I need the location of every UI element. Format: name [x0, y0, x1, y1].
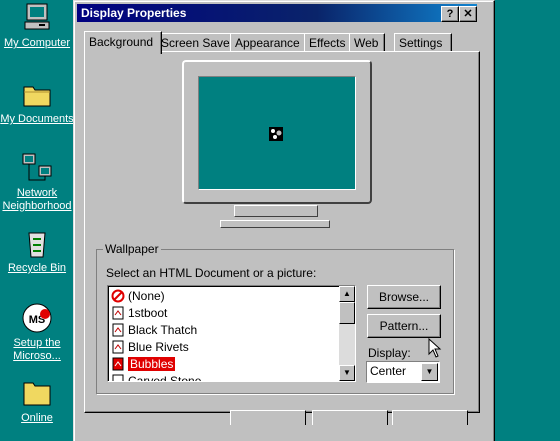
bitmap-file-icon — [111, 323, 125, 337]
wallpaper-group-label: Wallpaper — [105, 242, 159, 256]
tab-web[interactable]: Web — [349, 33, 385, 52]
bitmap-file-icon — [111, 306, 125, 320]
desktop-icon-my-computer[interactable]: My Computer — [0, 2, 74, 50]
desktop-icon-online[interactable]: Online — [0, 377, 74, 425]
pattern-button[interactable]: Pattern... — [367, 314, 441, 338]
list-item[interactable]: Blue Rivets — [111, 339, 189, 355]
cancel-button[interactable] — [312, 410, 388, 425]
wallpaper-preview-tile — [269, 127, 283, 141]
list-item-selected[interactable]: Bubbles — [111, 356, 176, 372]
desktop-icon-label: Setup the Microso... — [13, 337, 61, 362]
desktop-icon-label: Recycle Bin — [7, 262, 67, 274]
tab-appearance[interactable]: Appearance — [230, 33, 306, 52]
list-item[interactable]: Black Thatch — [111, 322, 197, 338]
list-item[interactable]: Carved Stone — [111, 373, 201, 381]
bitmap-file-icon — [111, 357, 125, 371]
close-button[interactable]: ✕ — [459, 6, 477, 22]
list-item[interactable]: (None) — [111, 288, 165, 304]
network-icon — [21, 152, 53, 184]
tab-screen-saver[interactable]: Screen Saver — [156, 33, 234, 52]
desktop-icon-network-neighborhood[interactable]: Network Neighborhood — [0, 152, 74, 213]
list-item[interactable]: 1stboot — [111, 305, 167, 321]
folder-icon — [21, 377, 53, 409]
display-label: Display: — [368, 346, 411, 360]
monitor-neck — [234, 205, 318, 217]
preview-screen — [198, 76, 356, 190]
mouse-cursor-icon — [428, 337, 442, 361]
bitmap-file-icon — [111, 374, 125, 381]
tab-settings[interactable]: Settings — [394, 33, 452, 52]
msn-icon: MS — [21, 302, 53, 334]
ok-button[interactable] — [230, 410, 306, 425]
desktop-icon-label: My Computer — [3, 37, 71, 49]
display-mode-select[interactable]: Center ▼ — [366, 361, 440, 383]
desktop-icon-setup-msn[interactable]: MS Setup the Microso... — [0, 302, 74, 363]
display-mode-value: Center — [370, 364, 407, 378]
browse-button[interactable]: Browse... — [367, 285, 441, 309]
tab-effects[interactable]: Effects — [304, 33, 354, 52]
chevron-down-icon[interactable]: ▼ — [421, 363, 438, 381]
select-document-label: Select an HTML Document or a picture: — [106, 266, 317, 280]
desktop-icon-label: Network Neighborhood — [2, 187, 72, 212]
wallpaper-listbox[interactable]: (None) 1stboot Black Thatch Blue Rivets … — [107, 285, 356, 382]
apply-button[interactable] — [392, 410, 468, 425]
recycle-bin-icon — [21, 227, 53, 259]
title-bar[interactable]: Display Properties ? ✕ — [77, 4, 477, 22]
scroll-thumb[interactable] — [339, 302, 355, 324]
desktop-icon-label: My Documents — [0, 113, 74, 125]
desktop-icon-my-documents[interactable]: My Documents — [0, 78, 74, 126]
scroll-up-button[interactable]: ▲ — [339, 286, 355, 302]
window-title: Display Properties — [81, 6, 187, 20]
listbox-scrollbar[interactable]: ▲ ▼ — [339, 286, 355, 381]
desktop-icon-recycle-bin[interactable]: Recycle Bin — [0, 227, 74, 275]
folder-icon — [21, 78, 53, 110]
tab-background[interactable]: Background — [84, 31, 162, 54]
monitor-base — [220, 220, 330, 228]
scroll-down-button[interactable]: ▼ — [339, 365, 355, 381]
computer-icon — [21, 2, 53, 34]
desktop-icon-label: Online — [21, 412, 53, 424]
help-button[interactable]: ? — [441, 6, 459, 22]
none-icon — [111, 289, 125, 303]
bitmap-file-icon — [111, 340, 125, 354]
monitor-preview — [182, 60, 372, 211]
